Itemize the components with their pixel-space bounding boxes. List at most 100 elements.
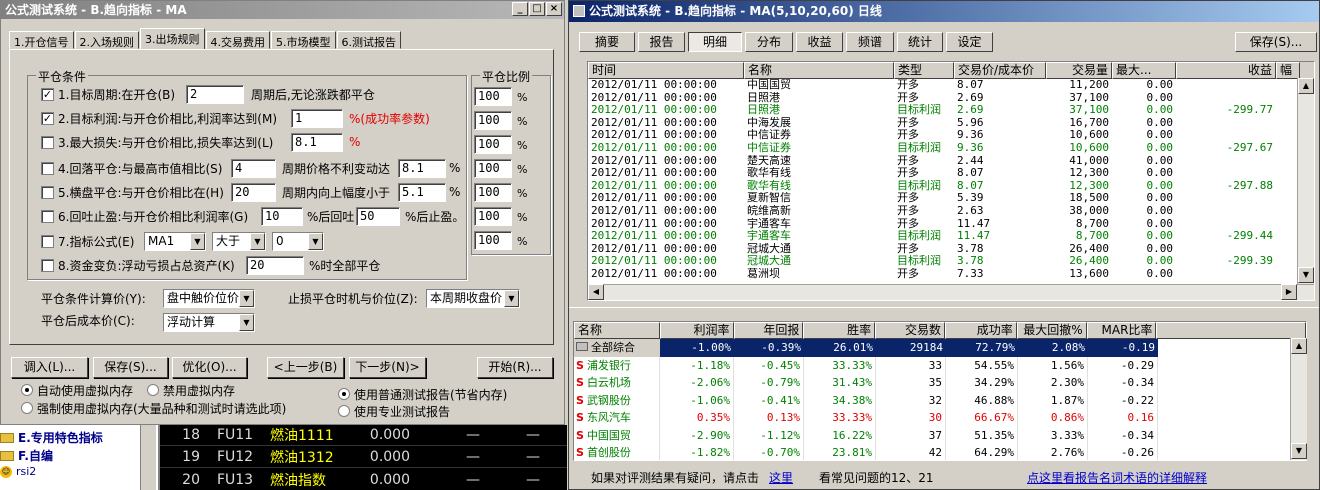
- ratio-7-input[interactable]: 100: [474, 231, 512, 250]
- left-window-titlebar[interactable]: 公式测试系统 - B.趋向指标 - MA _ □ ×: [1, 1, 564, 19]
- prev-step-button[interactable]: <上一步(B): [267, 357, 344, 378]
- col-name[interactable]: 名称: [574, 322, 660, 339]
- optimize-button[interactable]: 优化(O)...: [172, 357, 247, 378]
- col-drawdown[interactable]: 最大回撤%: [1016, 322, 1087, 339]
- scroll-right-icon[interactable]: ▶: [1281, 284, 1297, 300]
- detail-row[interactable]: 2012/01/11 00:00:00 皖维高新 开多 2.63 38,000 0.00: [588, 205, 1314, 218]
- scroll-down-icon[interactable]: ▼: [1291, 443, 1307, 459]
- radio-dot[interactable]: [338, 388, 350, 400]
- detail-row[interactable]: 2012/01/11 00:00:00 宇通客车 目标利润 11.47 8,700 0.0…: [588, 230, 1314, 243]
- scroll-up-icon[interactable]: ▲: [1298, 78, 1314, 94]
- condition-8-value-input[interactable]: 20: [246, 256, 304, 275]
- start-button[interactable]: 开始(R)...: [477, 357, 553, 378]
- scroll-left-icon[interactable]: ◀: [588, 284, 604, 300]
- condition-3-value-input[interactable]: 8.1: [291, 133, 343, 152]
- detail-row[interactable]: 2012/01/11 00:00:00 中海发展 开多 5.96 16,700 0.00: [588, 117, 1314, 130]
- chevron-down-icon[interactable]: ▼: [239, 290, 254, 307]
- comparison-select[interactable]: 大于 ▼: [212, 232, 266, 251]
- condition-1-checkbox[interactable]: ✓: [41, 87, 54, 101]
- tab-profit[interactable]: 收益: [796, 32, 843, 52]
- quote-row[interactable]: 18 FU11 燃油1111 0.000 — —: [160, 425, 567, 446]
- calc-price-select[interactable]: 盘中触价位价 ▼: [163, 289, 255, 308]
- detail-hscroll[interactable]: [588, 284, 1314, 300]
- condition-4-checkbox[interactable]: [41, 161, 54, 175]
- background-scrollbar[interactable]: [140, 425, 156, 490]
- right-window-titlebar[interactable]: 公式测试系统 - B.趋向指标 - MA(5,10,20,60) 日线: [569, 1, 1319, 22]
- tab-spectrum[interactable]: 频谱: [846, 32, 894, 52]
- glossary-link[interactable]: 点这里看报告名词术语的详细解释: [1027, 467, 1207, 489]
- condition-4-value-input[interactable]: 4: [231, 159, 276, 178]
- detail-row[interactable]: 2012/01/11 00:00:00 日照港 目标利润 2.69 37,100 0.00…: [588, 104, 1314, 117]
- detail-row[interactable]: 2012/01/11 00:00:00 中信证券 开多 9.36 10,600 0.00: [588, 129, 1314, 142]
- radio-disable-vmem[interactable]: 禁用虚拟内存: [147, 380, 235, 400]
- summary-row[interactable]: S 中国国贸 -2.90% -1.12% 16.22% 37 51.35% 3.33% -0.3…: [574, 426, 1306, 444]
- detail-row[interactable]: 2012/01/11 00:00:00 楚天高速 开多 2.44 41,000 0.00: [588, 155, 1314, 168]
- tab-summary[interactable]: 摘要: [579, 32, 635, 52]
- ratio-6-input[interactable]: 100: [474, 207, 512, 226]
- splitter[interactable]: [569, 307, 1319, 321]
- detail-row[interactable]: 2012/01/11 00:00:00 冠城大通 目标利润 3.78 26,400 0.0…: [588, 255, 1314, 268]
- summary-list[interactable]: 名称 利润率 年回报 胜率 交易数 成功率 最大回撤% MAR比率 全部综合 -1…: [573, 321, 1307, 461]
- radio-auto-vmem[interactable]: 自动使用虚拟内存: [21, 380, 133, 400]
- condition-1-value-input[interactable]: 2: [186, 85, 244, 104]
- trade-detail-list[interactable]: 时间 名称 类型 交易价/成本价 交易量 最大... 收益 幅 2012/01/…: [587, 61, 1315, 301]
- indicator-formula-select[interactable]: MA1 ▼: [144, 232, 206, 251]
- condition-2-value-input[interactable]: 1: [291, 109, 343, 128]
- ratio-3-input[interactable]: 100: [474, 135, 512, 154]
- stop-loss-select[interactable]: 本周期收盘价 ▼: [426, 289, 520, 308]
- col-type[interactable]: 类型: [894, 62, 954, 79]
- chevron-down-icon[interactable]: ▼: [308, 233, 323, 250]
- col-time[interactable]: 时间: [588, 62, 744, 79]
- ratio-5-input[interactable]: 100: [474, 183, 512, 202]
- load-button[interactable]: 调入(L)...: [11, 357, 88, 378]
- tab-report[interactable]: 报告: [638, 32, 685, 52]
- radio-dot[interactable]: [147, 384, 159, 396]
- col-name[interactable]: 名称: [744, 62, 894, 79]
- save-report-button[interactable]: 保存(S)...: [1235, 32, 1317, 52]
- col-trades[interactable]: 交易数: [875, 322, 945, 339]
- cost-price-select[interactable]: 浮动计算 ▼: [163, 313, 255, 332]
- summary-row[interactable]: S 首创股份 -1.82% -0.70% 23.81% 42 64.29% 2.76% -0.2…: [574, 444, 1306, 460]
- detail-row[interactable]: 2012/01/11 00:00:00 中信证券 目标利润 9.36 10,600 0.0…: [588, 142, 1314, 155]
- summary-vscroll[interactable]: [1290, 338, 1307, 460]
- quote-row[interactable]: 20 FU13 燃油指数 0.000 — —: [160, 469, 567, 490]
- radio-force-vmem[interactable]: 强制使用虚拟内存(大量品种和测试时请选此项): [21, 398, 286, 418]
- comparison-value-select[interactable]: 0 ▼: [272, 232, 324, 251]
- condition-5-value-input[interactable]: 20: [231, 183, 276, 202]
- summary-row[interactable]: S 白云机场 -2.06% -0.79% 31.43% 35 34.29% 2.30% -0.3…: [574, 374, 1306, 392]
- radio-dot[interactable]: [21, 384, 33, 396]
- detail-vscroll[interactable]: [1297, 78, 1314, 284]
- col-price[interactable]: 交易价/成本价: [954, 62, 1046, 79]
- condition-6-value2-input[interactable]: 50: [356, 207, 400, 226]
- detail-row[interactable]: 2012/01/11 00:00:00 日照港 开多 2.69 37,100 0.00: [588, 92, 1314, 105]
- radio-dot[interactable]: [338, 405, 350, 417]
- summary-row[interactable]: 全部综合 -1.00% -0.39% 26.01% 29184 72.79% 2.08% -0…: [574, 339, 1306, 357]
- detail-row[interactable]: 2012/01/11 00:00:00 夏新智信 开多 5.39 18,500 0.00: [588, 192, 1314, 205]
- condition-6-checkbox[interactable]: [41, 209, 54, 223]
- ratio-4-input[interactable]: 100: [474, 159, 512, 178]
- tree-item[interactable]: E.专用特色指标: [0, 429, 103, 446]
- tab-distribution[interactable]: 分布: [745, 32, 793, 52]
- scroll-down-icon[interactable]: ▼: [1298, 267, 1314, 283]
- tab-entry-rules[interactable]: 2.入场规则: [74, 31, 139, 49]
- detail-row[interactable]: 2012/01/11 00:00:00 歌华有线 目标利润 8.07 12,300 0.0…: [588, 180, 1314, 193]
- save-button[interactable]: 保存(S)...: [93, 357, 168, 378]
- col-range[interactable]: 幅: [1276, 62, 1300, 79]
- col-success[interactable]: 成功率: [944, 322, 1017, 339]
- detail-row[interactable]: 2012/01/11 00:00:00 冠城大通 开多 3.78 26,400 0.00: [588, 243, 1314, 256]
- condition-2-checkbox[interactable]: ✓: [41, 111, 54, 125]
- col-win-rate[interactable]: 胜率: [803, 322, 876, 339]
- summary-row[interactable]: S 浦发银行 -1.18% -0.45% 33.33% 33 54.55% 1.56% -0.2…: [574, 356, 1306, 374]
- tab-trade-fees[interactable]: 4.交易费用: [205, 31, 270, 49]
- condition-5-checkbox[interactable]: [41, 185, 54, 199]
- condition-8-checkbox[interactable]: [41, 258, 54, 272]
- condition-7-checkbox[interactable]: [41, 234, 54, 248]
- col-annual[interactable]: 年回报: [733, 322, 804, 339]
- detail-row[interactable]: 2012/01/11 00:00:00 歌华有线 开多 8.07 12,300 0.00: [588, 167, 1314, 180]
- scroll-up-icon[interactable]: ▲: [1291, 338, 1307, 354]
- summary-row[interactable]: S 武钢股份 -1.06% -0.41% 34.38% 32 46.88% 1.87% -0.2…: [574, 391, 1306, 409]
- tree-item[interactable]: ☺ rsi2: [0, 465, 36, 478]
- detail-row[interactable]: 2012/01/11 00:00:00 宇通客车 开多 11.47 8,700 0.00: [588, 218, 1314, 231]
- tab-detail[interactable]: 明细: [688, 32, 742, 52]
- tab-open-signal[interactable]: 1.开仓信号: [9, 31, 74, 49]
